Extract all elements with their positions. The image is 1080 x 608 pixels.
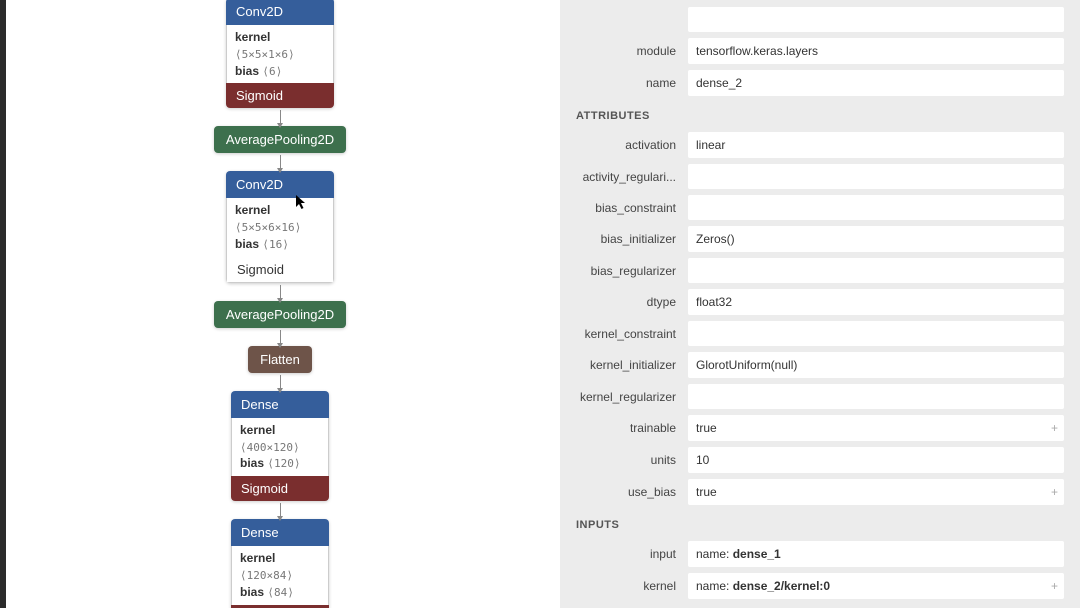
node-activation: Sigmoid xyxy=(231,605,329,608)
prop-label: bias_initializer xyxy=(576,232,688,246)
node-avgpool-1[interactable]: AveragePooling2D xyxy=(214,126,346,153)
node-title: Dense xyxy=(231,391,329,418)
prop-label: trainable xyxy=(576,421,688,435)
prop-field-module[interactable]: tensorflow.keras.layers xyxy=(688,38,1064,64)
prop-field[interactable] xyxy=(688,384,1064,409)
node-activation: Sigmoid xyxy=(226,83,334,108)
graph-panel[interactable]: Conv2D kernel ⟨5×5×1×6⟩ bias ⟨6⟩ Sigmoid… xyxy=(0,0,560,608)
node-activation: Sigmoid xyxy=(231,476,329,501)
expand-plus-icon[interactable]: + xyxy=(1051,421,1058,435)
node-conv2d-2[interactable]: Conv2D kernel ⟨5×5×6×16⟩ bias ⟨16⟩ Sigmo… xyxy=(226,171,334,282)
node-params: kernel ⟨400×120⟩ bias ⟨120⟩ xyxy=(231,418,329,476)
node-flatten[interactable]: Flatten xyxy=(248,346,312,373)
graph-canvas[interactable]: Conv2D kernel ⟨5×5×1×6⟩ bias ⟨6⟩ Sigmoid… xyxy=(0,0,560,608)
prop-row: module tensorflow.keras.layers xyxy=(576,38,1064,64)
prop-field[interactable] xyxy=(688,258,1064,283)
prop-row: units10 xyxy=(576,447,1064,473)
prop-label: name xyxy=(576,76,688,90)
prop-field[interactable]: float32 xyxy=(688,289,1064,315)
edge xyxy=(280,375,281,389)
prop-label: kernel_regularizer xyxy=(576,390,688,404)
node-conv2d-1[interactable]: Conv2D kernel ⟨5×5×1×6⟩ bias ⟨6⟩ Sigmoid xyxy=(226,0,334,108)
prop-field[interactable]: true+ xyxy=(688,479,1064,505)
prop-row: kernel_regularizer xyxy=(576,384,1064,409)
prop-field[interactable]: 10 xyxy=(688,447,1064,473)
prop-row: trainabletrue+ xyxy=(576,415,1064,441)
prop-row: use_biastrue+ xyxy=(576,479,1064,505)
prop-row: bias_constraint xyxy=(576,195,1064,220)
section-header-inputs: INPUTS xyxy=(576,519,1064,531)
prop-row: inputname: dense_1 xyxy=(576,541,1064,567)
expand-plus-icon[interactable]: + xyxy=(1051,579,1058,593)
prop-label: bias_regularizer xyxy=(576,264,688,278)
prop-label: kernel xyxy=(576,579,688,593)
prop-label: kernel_constraint xyxy=(576,327,688,341)
node-params: kernel ⟨5×5×1×6⟩ bias ⟨6⟩ xyxy=(226,25,334,83)
prop-row: kernelname: dense_2/kernel:0+ xyxy=(576,573,1064,599)
edge xyxy=(280,285,281,299)
prop-row: bias_regularizer xyxy=(576,258,1064,283)
prop-label: module xyxy=(576,44,688,58)
node-activation: Sigmoid xyxy=(226,257,334,283)
prop-label: input xyxy=(576,547,688,561)
edge xyxy=(280,110,281,124)
prop-field[interactable] xyxy=(688,321,1064,346)
prop-field[interactable] xyxy=(688,195,1064,220)
prop-row: activity_regulari... xyxy=(576,164,1064,189)
node-dense-2[interactable]: Dense kernel ⟨120×84⟩ bias ⟨84⟩ Sigmoid xyxy=(231,519,329,608)
prop-row: kernel_constraint xyxy=(576,321,1064,346)
prop-label: activity_regulari... xyxy=(576,170,688,184)
prop-field[interactable]: linear xyxy=(688,132,1064,158)
prop-row: kernel_initializerGlorotUniform(null) xyxy=(576,352,1064,378)
prop-label: bias_constraint xyxy=(576,201,688,215)
node-params: kernel ⟨5×5×6×16⟩ bias ⟨16⟩ xyxy=(226,198,334,256)
prop-field-blank[interactable] xyxy=(688,7,1064,32)
edge xyxy=(280,330,281,344)
prop-row: name dense_2 xyxy=(576,70,1064,96)
prop-field[interactable]: name: dense_2/kernel:0+ xyxy=(688,573,1064,599)
prop-field[interactable]: Zeros() xyxy=(688,226,1064,252)
prop-label: units xyxy=(576,453,688,467)
node-params: kernel ⟨120×84⟩ bias ⟨84⟩ xyxy=(231,546,329,604)
edge xyxy=(280,155,281,169)
expand-plus-icon[interactable]: + xyxy=(1051,485,1058,499)
prop-label: kernel_initializer xyxy=(576,358,688,372)
prop-label: activation xyxy=(576,138,688,152)
node-title: Conv2D xyxy=(226,0,334,25)
prop-row: bias_initializerZeros() xyxy=(576,226,1064,252)
properties-panel[interactable]: module tensorflow.keras.layers name dens… xyxy=(560,0,1080,608)
prop-label: use_bias xyxy=(576,485,688,499)
node-dense-1[interactable]: Dense kernel ⟨400×120⟩ bias ⟨120⟩ Sigmoi… xyxy=(231,391,329,501)
prop-field[interactable] xyxy=(688,164,1064,189)
prop-field[interactable]: name: dense_1 xyxy=(688,541,1064,567)
node-avgpool-2[interactable]: AveragePooling2D xyxy=(214,301,346,328)
edge xyxy=(280,503,281,517)
prop-field[interactable]: true+ xyxy=(688,415,1064,441)
node-title: Conv2D xyxy=(226,171,334,198)
prop-field-name[interactable]: dense_2 xyxy=(688,70,1064,96)
section-header-attributes: ATTRIBUTES xyxy=(576,110,1064,122)
prop-row: activationlinear xyxy=(576,132,1064,158)
prop-label: dtype xyxy=(576,295,688,309)
prop-row: dtypefloat32 xyxy=(576,289,1064,315)
prop-field[interactable]: GlorotUniform(null) xyxy=(688,352,1064,378)
node-title: Dense xyxy=(231,519,329,546)
